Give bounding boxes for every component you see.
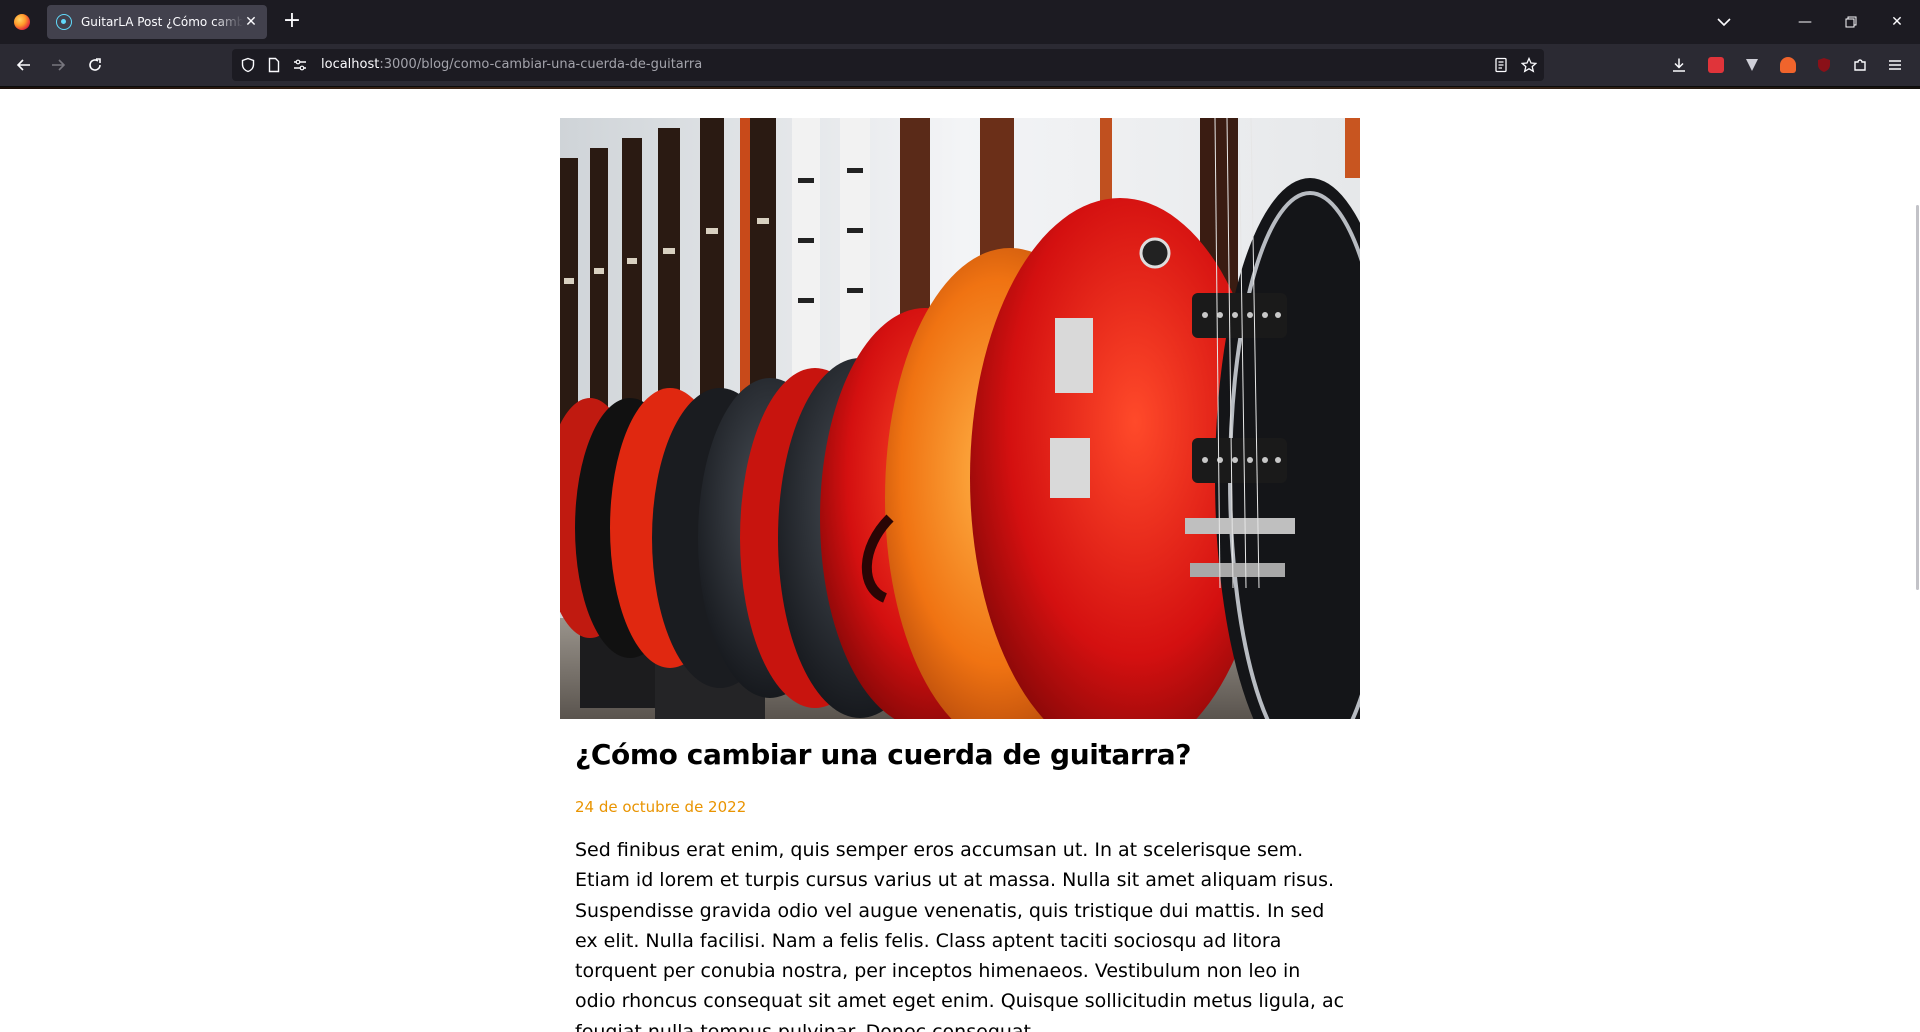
extension-red-icon[interactable] xyxy=(1706,55,1726,75)
close-window-button[interactable]: ✕ xyxy=(1874,0,1920,44)
firefox-icon[interactable] xyxy=(0,0,44,44)
reload-button[interactable] xyxy=(79,51,111,79)
react-favicon-icon xyxy=(56,14,72,30)
forward-button[interactable] xyxy=(42,51,74,79)
url-host: localhost xyxy=(321,57,380,72)
post-text: Sed finibus erat enim, quis semper eros … xyxy=(575,839,1345,1032)
post-body: ¿Cómo cambiar una cuerda de guitarra? 24… xyxy=(575,737,1345,1032)
tab-active[interactable]: GuitarLA Post ¿Cómo cambiar una cuerda d… xyxy=(47,5,267,39)
forward-icon xyxy=(52,59,66,71)
page-content: ¿Cómo cambiar una cuerda de guitarra? 24… xyxy=(0,87,1920,1032)
reader-view-icon[interactable] xyxy=(1493,57,1509,73)
url-text[interactable]: localhost:3000/blog/como-cambiar-una-cue… xyxy=(321,57,702,73)
restore-icon xyxy=(1845,16,1857,28)
navigation-toolbar: localhost:3000/blog/como-cambiar-una-cue… xyxy=(0,44,1920,87)
extensions-puzzle-icon[interactable] xyxy=(1850,55,1870,75)
list-all-tabs-button[interactable] xyxy=(1710,8,1738,36)
tab-close-icon[interactable]: ✕ xyxy=(243,14,259,30)
header-background-edge xyxy=(0,87,1920,89)
chevron-down-icon xyxy=(1717,18,1731,27)
download-icon[interactable] xyxy=(1669,55,1689,75)
bookmark-star-icon[interactable] xyxy=(1520,56,1538,73)
tab-bar: GuitarLA Post ¿Cómo cambiar una cuerda d… xyxy=(0,0,1920,44)
extension-orange-icon[interactable] xyxy=(1778,55,1798,75)
post-date: 24 de octubre de 2022 xyxy=(575,798,747,816)
page-scrollbar[interactable] xyxy=(1916,205,1919,590)
shield-icon[interactable] xyxy=(240,57,256,73)
back-icon xyxy=(16,59,30,71)
url-path: :3000/blog/como-cambiar-una-cuerda-de-gu… xyxy=(379,57,703,72)
menu-icon[interactable] xyxy=(1885,55,1905,75)
tab-title: GuitarLA Post ¿Cómo cambiar una cuerda d… xyxy=(81,15,243,29)
extension-v-icon[interactable] xyxy=(1742,55,1762,75)
reload-icon xyxy=(89,58,101,71)
guitars-photo-icon xyxy=(560,118,1360,719)
back-button[interactable] xyxy=(8,51,40,79)
new-tab-button[interactable]: + xyxy=(278,8,306,36)
ublock-icon[interactable] xyxy=(1814,55,1834,75)
post-title: ¿Cómo cambiar una cuerda de guitarra? xyxy=(575,738,1192,771)
page-icon[interactable] xyxy=(266,57,282,73)
permissions-icon[interactable] xyxy=(292,57,308,73)
restore-button[interactable] xyxy=(1828,0,1874,44)
post-image xyxy=(560,118,1360,719)
url-bar[interactable]: localhost:3000/blog/como-cambiar-una-cue… xyxy=(232,49,1544,81)
minimize-button[interactable]: — xyxy=(1782,0,1828,44)
